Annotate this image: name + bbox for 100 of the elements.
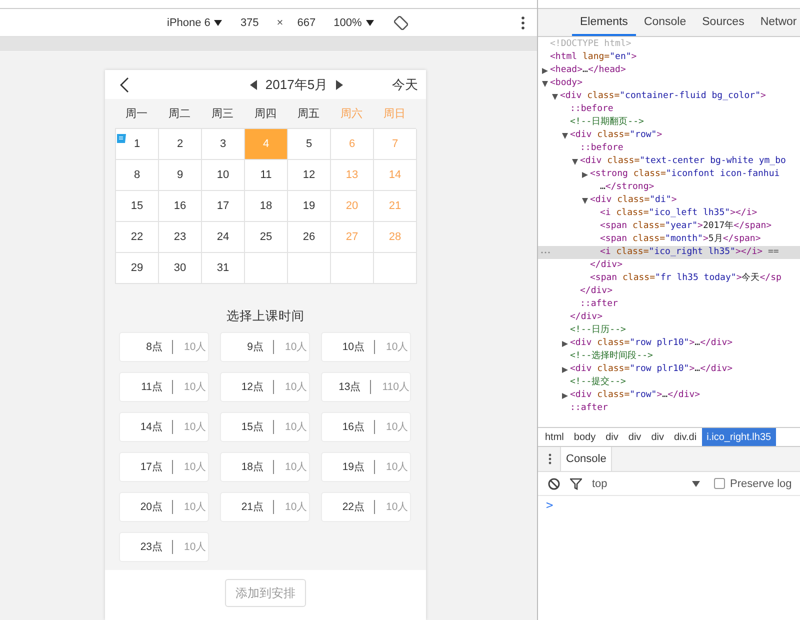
calendar-day[interactable]: 3 — [202, 129, 245, 160]
devtools-tab[interactable]: Networ — [752, 9, 800, 36]
code-line[interactable]: <body> — [550, 77, 583, 90]
calendar-day[interactable]: 15 — [116, 191, 159, 222]
more-icon[interactable] — [521, 16, 525, 30]
code-line[interactable]: <i class="ico_left lh35"></i> — [600, 207, 758, 220]
previous-month-icon[interactable] — [250, 80, 258, 90]
calendar-day[interactable]: 8 — [116, 160, 159, 191]
code-line[interactable]: <span class="fr lh35 today">今天</sp — [590, 272, 782, 285]
time-slot-button[interactable]: 14点 10人 — [119, 412, 209, 442]
time-slot-button[interactable]: 20点 10人 — [119, 492, 209, 522]
devtools-tab[interactable]: Elements — [572, 9, 636, 36]
code-line[interactable]: <html lang="en"> — [550, 51, 637, 64]
code-line[interactable]: <!--日期翻页--> — [570, 116, 644, 129]
devtools-tab[interactable]: Console — [636, 9, 694, 36]
time-slot-button[interactable]: 10点 10人 — [321, 332, 411, 362]
expanded-arrow-icon[interactable] — [572, 158, 578, 164]
height-field[interactable]: 667 — [297, 16, 316, 28]
dropdown-icon[interactable] — [692, 480, 700, 486]
calendar-day[interactable]: 10 — [202, 160, 245, 191]
calendar-day[interactable]: 25 — [245, 222, 288, 253]
time-slot-button[interactable]: 12点 10人 — [220, 372, 310, 402]
more-dots-icon[interactable] — [541, 251, 550, 254]
collapsed-arrow-icon[interactable] — [562, 392, 568, 398]
dropdown-icon[interactable] — [214, 20, 222, 26]
collapsed-arrow-icon[interactable] — [562, 366, 568, 372]
calendar-day[interactable]: 1 — [116, 129, 159, 160]
rotate-icon[interactable] — [394, 16, 408, 30]
time-slot-button[interactable]: 22点 10人 — [321, 492, 411, 522]
breadcrumb[interactable]: body — [568, 428, 601, 446]
code-line[interactable]: <div class="text-center bg-white ym_bo — [580, 155, 786, 168]
code-line[interactable]: ::after — [570, 402, 608, 415]
breadcrumb[interactable]: div — [646, 428, 669, 446]
time-slot-button[interactable]: 23点 10人 — [119, 532, 209, 562]
code-line[interactable]: <strong class="iconfont icon-fanhui — [590, 168, 780, 181]
code-line[interactable]: </div> — [580, 285, 613, 298]
today-button[interactable]: 今天 — [392, 76, 418, 94]
console-prompt[interactable]: > — [538, 496, 800, 620]
calendar-day[interactable]: 30 — [159, 253, 202, 284]
time-slot-button[interactable]: 11点 10人 — [119, 372, 209, 402]
collapsed-arrow-icon[interactable] — [562, 340, 568, 346]
calendar-day[interactable]: 2 — [159, 129, 202, 160]
breadcrumb[interactable]: div — [600, 428, 624, 446]
context-select[interactable]: top — [592, 478, 682, 490]
code-line[interactable]: ::before — [580, 142, 624, 155]
code-line[interactable]: ::after — [580, 298, 618, 311]
time-slot-button[interactable]: 17点 10人 — [119, 452, 209, 482]
expanded-arrow-icon[interactable] — [552, 94, 558, 100]
code-line[interactable]: <!--选择时间段--> — [570, 350, 653, 363]
dropdown-icon[interactable] — [366, 20, 374, 26]
calendar-day[interactable]: 9 — [159, 160, 202, 191]
time-slot-button[interactable]: 16点 10人 — [321, 412, 411, 442]
collapsed-arrow-icon[interactable] — [542, 68, 548, 74]
calendar-day[interactable]: 17 — [202, 191, 245, 222]
device-select[interactable]: iPhone 6 — [167, 16, 210, 28]
filter-icon[interactable] — [570, 478, 582, 490]
calendar-day[interactable]: 5 — [288, 129, 331, 160]
console-tab[interactable]: Console — [560, 447, 612, 471]
code-line[interactable]: ::before — [570, 103, 614, 116]
time-slot-button[interactable]: 13点 110人 — [321, 372, 411, 402]
zoom-select[interactable]: 100% — [334, 16, 362, 28]
next-month-icon[interactable] — [336, 80, 343, 90]
code-line[interactable]: <!--日历--> — [570, 324, 626, 337]
calendar-day[interactable]: 24 — [202, 222, 245, 253]
code-line[interactable]: </div> — [570, 311, 603, 324]
preserve-log-checkbox[interactable] — [714, 478, 725, 489]
breadcrumb[interactable]: div — [623, 428, 646, 446]
code-line[interactable]: <i class="ico_right lh35"></i> == — [600, 246, 779, 259]
code-line[interactable]: <div class="row plr10">…</div> — [570, 337, 733, 350]
code-line[interactable]: <!--提交--> — [570, 376, 626, 389]
back-icon[interactable] — [119, 76, 129, 92]
code-line[interactable]: <div class="row">…</div> — [570, 389, 700, 402]
time-slot-button[interactable]: 8点 10人 — [119, 332, 209, 362]
collapsed-arrow-icon[interactable] — [582, 172, 588, 178]
clear-icon[interactable] — [548, 478, 560, 490]
calendar-day[interactable]: 19 — [288, 191, 331, 222]
calendar-day[interactable]: 11 — [245, 160, 288, 191]
code-line[interactable]: …</strong> — [600, 181, 654, 194]
time-slot-button[interactable]: 21点 10人 — [220, 492, 310, 522]
code-line[interactable]: <div class="container-fluid bg_color"> — [560, 90, 766, 103]
more-icon[interactable] — [548, 453, 552, 465]
calendar-day[interactable]: 26 — [288, 222, 331, 253]
breadcrumb[interactable]: i.ico_right.lh35 — [702, 428, 776, 446]
breadcrumb[interactable]: div.di — [668, 428, 702, 446]
time-slot-button[interactable]: 19点 10人 — [321, 452, 411, 482]
calendar-day[interactable]: 29 — [116, 253, 159, 284]
calendar-day[interactable]: 16 — [159, 191, 202, 222]
expanded-arrow-icon[interactable] — [542, 80, 548, 86]
code-line[interactable]: <div class="row plr10">…</div> — [570, 363, 733, 376]
breadcrumb[interactable]: html — [540, 428, 569, 446]
code-line[interactable]: <span class="year">2017年</span> — [600, 220, 772, 233]
time-slot-button[interactable]: 18点 10人 — [220, 452, 310, 482]
devtools-tab[interactable]: Sources — [694, 9, 752, 36]
expanded-arrow-icon[interactable] — [582, 198, 588, 204]
calendar-day[interactable]: 12 — [288, 160, 331, 191]
code-line[interactable]: <div class="di"> — [590, 194, 677, 207]
calendar-day[interactable]: 22 — [116, 222, 159, 253]
code-line[interactable]: </div> — [590, 259, 623, 272]
time-slot-button[interactable]: 15点 10人 — [220, 412, 310, 442]
expanded-arrow-icon[interactable] — [562, 132, 568, 138]
